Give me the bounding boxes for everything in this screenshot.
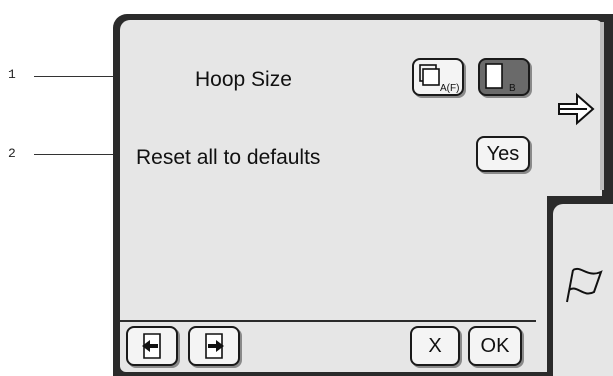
hoop-b-icon: B: [485, 63, 516, 93]
next-page-button[interactable]: [188, 326, 240, 366]
footer-divider: [120, 320, 536, 322]
cancel-button[interactable]: X: [410, 326, 460, 366]
page-forward-icon: [205, 333, 224, 359]
hoop-af-icon: A(F): [419, 64, 459, 93]
ok-button[interactable]: OK: [468, 326, 522, 366]
hoop-b-button[interactable]: B: [478, 58, 530, 96]
cancel-label: X: [428, 334, 442, 357]
hoop-size-label: Hoop Size: [195, 68, 292, 91]
hoop-b-label: B: [509, 83, 516, 93]
next-tab[interactable]: [547, 20, 603, 194]
hoop-af-label: A(F): [440, 83, 459, 93]
reset-yes-label: Yes: [486, 142, 520, 165]
flag-icon: [566, 267, 603, 303]
callout-number-1: 1: [8, 67, 16, 82]
prev-page-button[interactable]: [126, 326, 178, 366]
callout-number-2: 2: [8, 146, 16, 161]
flag-tab[interactable]: [553, 204, 613, 376]
arrow-right-icon: [558, 92, 595, 126]
reset-yes-button[interactable]: Yes: [476, 136, 530, 172]
tab-shadow: [600, 22, 604, 190]
reset-defaults-label: Reset all to defaults: [136, 146, 321, 169]
hoop-af-button[interactable]: A(F): [412, 58, 464, 96]
page-back-icon: [142, 333, 161, 359]
ok-label: OK: [480, 334, 510, 357]
